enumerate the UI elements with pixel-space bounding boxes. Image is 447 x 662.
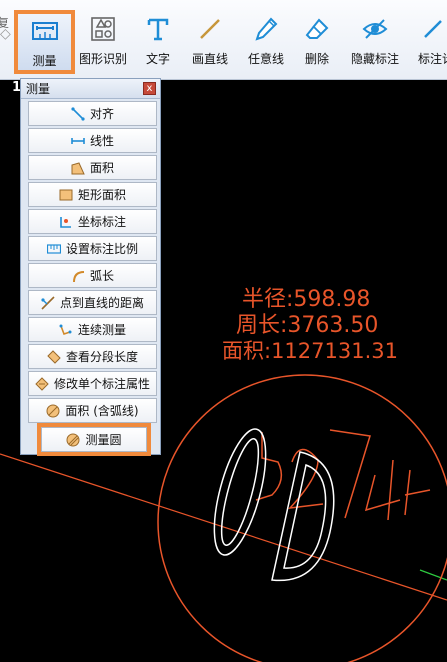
delete-button[interactable]: 删除 (302, 14, 332, 70)
coordinate-icon (59, 215, 73, 229)
panel-item-align[interactable]: 对齐 (28, 101, 157, 126)
panel-item-scale[interactable]: 设置标注比例 (28, 236, 157, 261)
linear-icon (71, 134, 85, 148)
panel-item-label: 对齐 (89, 107, 114, 121)
eye-icon (360, 14, 390, 44)
annotate-button[interactable]: 标注计 (418, 14, 447, 70)
panel-item-label: 面积 (89, 161, 114, 175)
panel-item-rect-area[interactable]: 矩形面积 (28, 182, 157, 207)
perimeter-readout: 周长:3763.50 (236, 313, 378, 338)
shape-recognition-button[interactable]: 图形识别 (78, 14, 128, 70)
hide-annotation-label: 隐藏标注 (350, 52, 399, 66)
hide-annotation-button[interactable]: 隐藏标注 (349, 14, 401, 70)
panel-item-label: 查看分段长度 (65, 350, 138, 364)
toolbar: 复 ◇ 测量 图形识别 文字 画直线 任意线 删除 隐藏标注 标注 (0, 0, 447, 80)
panel-item-measure-circle[interactable]: 测量圆 (37, 423, 151, 456)
panel-item-linear[interactable]: 线性 (28, 128, 157, 153)
measure-circle-icon (66, 433, 80, 447)
panel-item-segment-length[interactable]: 查看分段长度 (28, 344, 157, 369)
panel-item-edit-annotation[interactable]: 修改单个标注属性 (28, 371, 157, 396)
panel-item-label: 面积 (含弧线) (65, 404, 139, 418)
close-icon[interactable]: x (143, 82, 156, 95)
area-readout: 面积:1127131.31 (222, 339, 398, 363)
panel-item-label: 测量圆 (85, 433, 122, 447)
measure-panel: 测量 x 对齐 线性 面积 矩形面积 坐标标注 设置标注比例 弧长 点到直线的距… (20, 78, 161, 456)
pen-icon (251, 14, 281, 44)
panel-item-label: 点到直线的距离 (59, 296, 144, 310)
edit-annotation-icon (35, 376, 49, 391)
continuous-measure-icon (59, 323, 73, 337)
area-arc-icon (46, 404, 60, 418)
draw-line-button[interactable]: 画直线 (188, 14, 232, 70)
panel-item-label: 线性 (89, 134, 114, 148)
line-icon (195, 14, 225, 44)
text-t-icon (143, 14, 173, 44)
rect-area-icon (59, 188, 73, 202)
panel-item-label: 弧长 (89, 269, 114, 283)
panel-item-label: 修改单个标注属性 (53, 377, 150, 391)
point-line-distance-icon (41, 295, 55, 310)
segment-length-icon (47, 349, 61, 364)
panel-item-point-line-distance[interactable]: 点到直线的距离 (28, 290, 157, 315)
measure-panel-title: 测量 (26, 82, 51, 96)
orange-sketch (255, 429, 431, 521)
draw-line-label: 画直线 (191, 52, 228, 66)
text-label: 文字 (145, 52, 170, 66)
panel-item-label: 连续测量 (77, 323, 126, 337)
panel-item-area[interactable]: 面积 (28, 155, 157, 180)
panel-item-area-arc[interactable]: 面积 (含弧线) (28, 398, 157, 423)
freehand-label: 任意线 (247, 52, 284, 66)
measure-button[interactable]: 测量 (14, 10, 75, 74)
panel-item-arc-length[interactable]: 弧长 (28, 263, 157, 288)
freehand-button[interactable]: 任意线 (246, 14, 286, 70)
radius-readout: 半径:598.98 (242, 287, 370, 312)
partial-arrow-icon: ◇ (0, 26, 11, 42)
panel-item-coordinate[interactable]: 坐标标注 (28, 209, 157, 234)
area-icon (71, 161, 85, 175)
panel-item-label: 设置标注比例 (65, 242, 138, 256)
eraser-icon (302, 14, 332, 44)
delete-label: 删除 (304, 52, 329, 66)
ruler-icon (30, 16, 60, 46)
measure-label: 测量 (32, 54, 57, 68)
measured-circle (157, 374, 447, 662)
arc-length-icon (71, 269, 85, 283)
align-icon (71, 106, 85, 121)
panel-item-continuous-measure[interactable]: 连续测量 (28, 317, 157, 342)
annotate-icon (418, 14, 447, 44)
annotate-label: 标注计 (418, 52, 447, 66)
panel-item-label: 矩形面积 (77, 188, 126, 202)
panel-item-label: 坐标标注 (77, 215, 126, 229)
text-button[interactable]: 文字 (140, 14, 176, 70)
scale-icon (46, 242, 61, 256)
shape-recognition-label: 图形识别 (78, 52, 127, 66)
shape-recognition-icon (88, 14, 118, 44)
measure-panel-header: 测量 x (21, 79, 160, 99)
